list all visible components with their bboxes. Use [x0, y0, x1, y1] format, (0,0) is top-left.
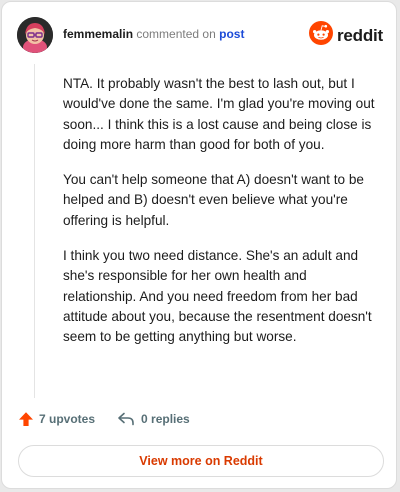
reply-arrow-icon [117, 411, 135, 427]
replies-count: 0 replies [141, 412, 190, 426]
comment-actions: 7 upvotes 0 replies [18, 411, 190, 427]
embedded-comment-card: femmemalin commented on post reddit NTA.… [1, 1, 397, 489]
view-more-button[interactable]: View more on Reddit [18, 445, 384, 477]
comment-header: femmemalin commented on post [63, 27, 244, 41]
avatar[interactable] [17, 17, 53, 53]
upvote-arrow-icon [18, 411, 34, 427]
reddit-wordmark: reddit [336, 25, 383, 45]
comment-body: NTA. It probably wasn't the best to lash… [63, 74, 375, 363]
reddit-snoo-icon [308, 21, 333, 50]
username-link[interactable]: femmemalin [63, 27, 133, 41]
reddit-logo[interactable]: reddit [308, 21, 383, 50]
upvote-button[interactable]: 7 upvotes [18, 411, 95, 427]
commented-on-text: commented on [136, 27, 216, 41]
comment-paragraph: You can't help someone that A) doesn't w… [63, 172, 364, 228]
comment-paragraph: I think you two need distance. She's an … [63, 248, 372, 345]
reply-button[interactable]: 0 replies [117, 411, 190, 427]
comment-paragraph: NTA. It probably wasn't the best to lash… [63, 76, 375, 152]
upvotes-count: 7 upvotes [39, 412, 96, 426]
post-link[interactable]: post [219, 27, 244, 41]
thread-line [34, 64, 35, 398]
